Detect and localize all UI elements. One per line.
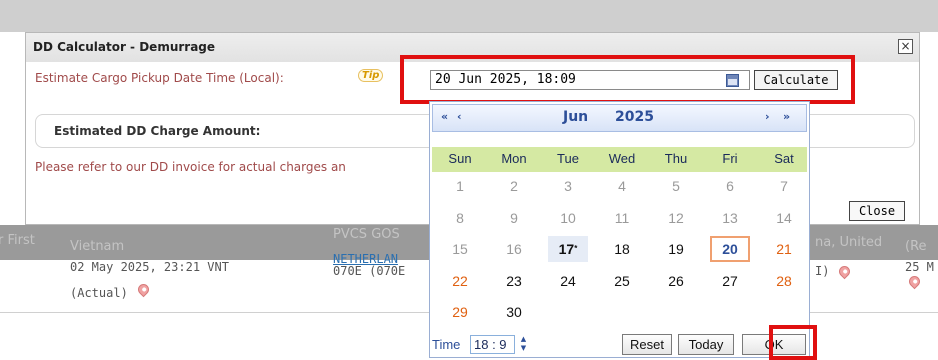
calendar-day[interactable]: 25: [602, 268, 642, 294]
calendar-day[interactable]: 11: [602, 205, 642, 231]
weekday-label: Wed: [608, 151, 636, 166]
voyage-text: 070E (070E: [333, 264, 406, 278]
charge-amount-label: Estimated DD Charge Amount:: [54, 124, 261, 138]
date-picker-popup: « ‹ Jun 2025 › » Sun Mon Tue Wed Thu Fri…: [429, 101, 810, 358]
weekday-label: Sat: [774, 151, 794, 166]
column-fragment-far: (Re: [905, 239, 927, 254]
event-date: 02 May 2025, 23:21 VNT: [70, 260, 229, 274]
event-date-far: 25 M: [905, 260, 934, 274]
row-fragment: I): [815, 264, 830, 278]
calendar-day[interactable]: 26: [656, 268, 696, 294]
calendar-day[interactable]: 5: [656, 173, 696, 199]
weekday-label: Tue: [557, 151, 579, 166]
location-pin-icon[interactable]: [836, 263, 853, 280]
pickup-date-label: Estimate Cargo Pickup Date Time (Local):: [35, 71, 284, 85]
calendar-day[interactable]: 7: [764, 173, 804, 199]
calendar-day[interactable]: 12: [656, 205, 696, 231]
calendar-day[interactable]: 21: [764, 236, 804, 262]
calendar-day[interactable]: 23: [494, 268, 534, 294]
vessel-text: PVCS GOS: [333, 227, 400, 242]
calendar-day[interactable]: 16: [494, 236, 534, 262]
today-button[interactable]: Today: [678, 334, 734, 355]
calendar-day[interactable]: 4: [602, 173, 642, 199]
location-text: Vietnam: [70, 239, 125, 254]
calendar-day[interactable]: 8: [440, 205, 480, 231]
calendar-day-selected[interactable]: 20: [710, 236, 750, 262]
weekday-label: Sun: [448, 151, 472, 166]
calendar-day[interactable]: 14: [764, 205, 804, 231]
calendar-day[interactable]: 2: [494, 173, 534, 199]
calendar-day[interactable]: 27: [710, 268, 750, 294]
calendar-day[interactable]: 29: [440, 299, 480, 325]
column-header-fragment: r First: [0, 233, 35, 248]
calendar-day[interactable]: 10: [548, 205, 588, 231]
calendar-day[interactable]: 6: [710, 173, 750, 199]
weekday-header-row: Sun Mon Tue Wed Thu Fri Sat: [432, 147, 807, 172]
calendar-day[interactable]: 3: [548, 173, 588, 199]
calendar-day[interactable]: 22: [440, 268, 480, 294]
location-text-right: na, United: [815, 235, 883, 250]
highlight-box: [400, 55, 855, 104]
prev-year-icon[interactable]: «: [441, 110, 448, 123]
calendar-day[interactable]: 15: [440, 236, 480, 262]
calendar-day[interactable]: 19: [656, 236, 696, 262]
calendar-month[interactable]: Jun: [563, 109, 588, 125]
calendar-header: « ‹ Jun 2025 › »: [432, 104, 807, 132]
tip-icon[interactable]: Tip: [358, 69, 384, 82]
calendar-day[interactable]: 13: [710, 205, 750, 231]
actual-label: (Actual): [70, 286, 128, 300]
time-input[interactable]: 18 : 9: [470, 335, 515, 354]
highlight-box-ok: [769, 325, 817, 360]
calendar-day[interactable]: 9: [494, 205, 534, 231]
calendar-day-today[interactable]: 17*: [548, 236, 588, 262]
time-spinner-icon[interactable]: ▲ ▼: [518, 335, 529, 354]
invoice-note: Please refer to our DD invoice for actua…: [35, 160, 346, 174]
next-month-icon[interactable]: ›: [765, 110, 769, 123]
calendar-day[interactable]: 28: [764, 268, 804, 294]
close-button[interactable]: Close: [849, 201, 905, 221]
calendar-day[interactable]: 24: [548, 268, 588, 294]
dialog-title: DD Calculator - Demurrage: [33, 40, 216, 54]
close-icon[interactable]: ×: [898, 39, 913, 54]
location-pin-icon[interactable]: [135, 281, 152, 298]
weekday-label: Thu: [664, 151, 688, 166]
page-header-band: [0, 0, 938, 32]
location-pin-icon[interactable]: [906, 273, 923, 290]
weekday-label: Mon: [501, 151, 527, 166]
next-year-icon[interactable]: »: [783, 110, 790, 123]
calendar-footer: Time 18 : 9 ▲ ▼ Reset Today OK: [432, 333, 807, 357]
calendar-year[interactable]: 2025: [615, 109, 654, 125]
prev-month-icon[interactable]: ‹: [457, 110, 461, 123]
time-label: Time: [432, 337, 461, 352]
calendar-day[interactable]: 1: [440, 173, 480, 199]
reset-button[interactable]: Reset: [622, 334, 672, 355]
calendar-day[interactable]: 18: [602, 236, 642, 262]
weekday-label: Fri: [722, 151, 738, 166]
calendar-day[interactable]: 30: [494, 299, 534, 325]
